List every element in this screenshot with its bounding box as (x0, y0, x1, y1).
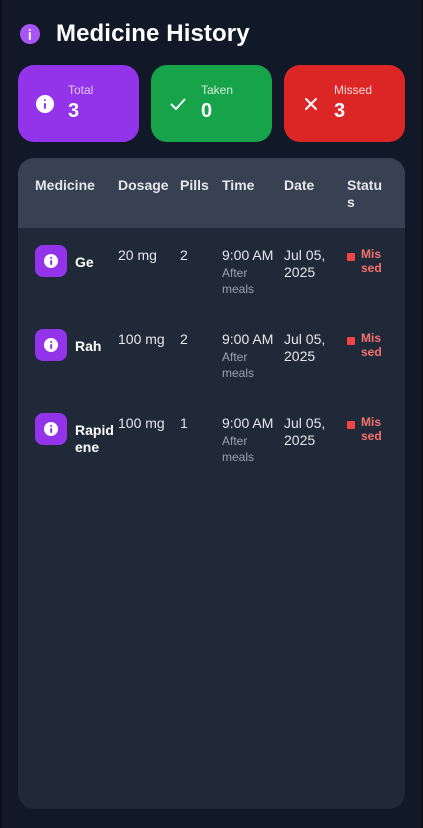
status-text: Missed (361, 331, 382, 359)
status-square-icon (347, 421, 355, 429)
dosage-cell: 100 mg (118, 415, 165, 431)
taken-label: Taken (201, 83, 234, 97)
table-row[interactable]: Rapidene 100 mg 1 9:00 AM After meals Jul… (18, 396, 405, 480)
time-cell: 9:00 AM After meals (222, 331, 280, 381)
pill-icon (35, 329, 67, 361)
medicine-name: Ge (75, 254, 94, 270)
summary-cards: Total 3 Taken 0 Missed 3 (18, 65, 405, 142)
status-square-icon (347, 337, 355, 345)
missed-card: Missed 3 (284, 65, 405, 142)
dosage-cell: 20 mg (118, 247, 157, 263)
taken-count: 0 (201, 100, 213, 122)
medicine-name: Rapidene (75, 422, 114, 455)
status-badge: Missed (347, 247, 387, 275)
total-label: Total (68, 83, 94, 97)
time-note: After meals (222, 434, 255, 464)
pills-cell: 2 (180, 331, 188, 347)
dosage-cell: 100 mg (118, 331, 165, 347)
column-header-medicine: Medicine (35, 177, 95, 193)
column-header-pills: Pills (180, 177, 209, 193)
page-title: Medicine History (56, 20, 250, 47)
status-text: Missed (361, 247, 382, 275)
column-header-date: Date (284, 177, 315, 193)
medicine-name: Rah (75, 338, 102, 354)
info-icon (36, 95, 54, 113)
taken-card: Taken 0 (151, 65, 272, 142)
date-cell: Jul 05, 2025 (284, 415, 326, 448)
time-note: After meals (222, 350, 255, 380)
info-icon (20, 24, 40, 44)
pill-icon (35, 413, 67, 445)
pills-cell: 1 (180, 415, 188, 431)
page-header: Medicine History (20, 20, 250, 48)
check-icon (170, 98, 186, 110)
total-card: Total 3 (18, 65, 139, 142)
time-value: 9:00 AM (222, 331, 274, 347)
status-badge: Missed (347, 331, 387, 359)
date-cell: Jul 05, 2025 (284, 331, 326, 364)
time-value: 9:00 AM (222, 247, 274, 263)
date-cell: Jul 05, 2025 (284, 247, 326, 280)
table-row[interactable]: Ge 20 mg 2 9:00 AM After meals Jul 05, 20… (18, 228, 405, 312)
missed-count: 3 (334, 100, 346, 122)
total-count: 3 (68, 100, 80, 122)
pills-cell: 2 (180, 247, 188, 263)
time-cell: 9:00 AM After meals (222, 415, 280, 465)
status-badge: Missed (347, 415, 387, 443)
pill-icon (35, 245, 67, 277)
column-header-time: Time (222, 177, 255, 193)
status-text: Missed (361, 415, 382, 443)
close-icon (305, 98, 317, 110)
table-header: Medicine Dosage Pills Time Date Status (18, 158, 405, 228)
missed-label: Missed (334, 83, 373, 97)
time-note: After meals (222, 266, 255, 296)
status-square-icon (347, 253, 355, 261)
column-header-dosage: Dosage (118, 177, 169, 193)
time-value: 9:00 AM (222, 415, 274, 431)
column-header-status: Status (347, 177, 382, 210)
time-cell: 9:00 AM After meals (222, 247, 280, 297)
table-row[interactable]: Rah 100 mg 2 9:00 AM After meals Jul 05, … (18, 312, 405, 396)
history-table: Medicine Dosage Pills Time Date Status G… (18, 158, 405, 809)
